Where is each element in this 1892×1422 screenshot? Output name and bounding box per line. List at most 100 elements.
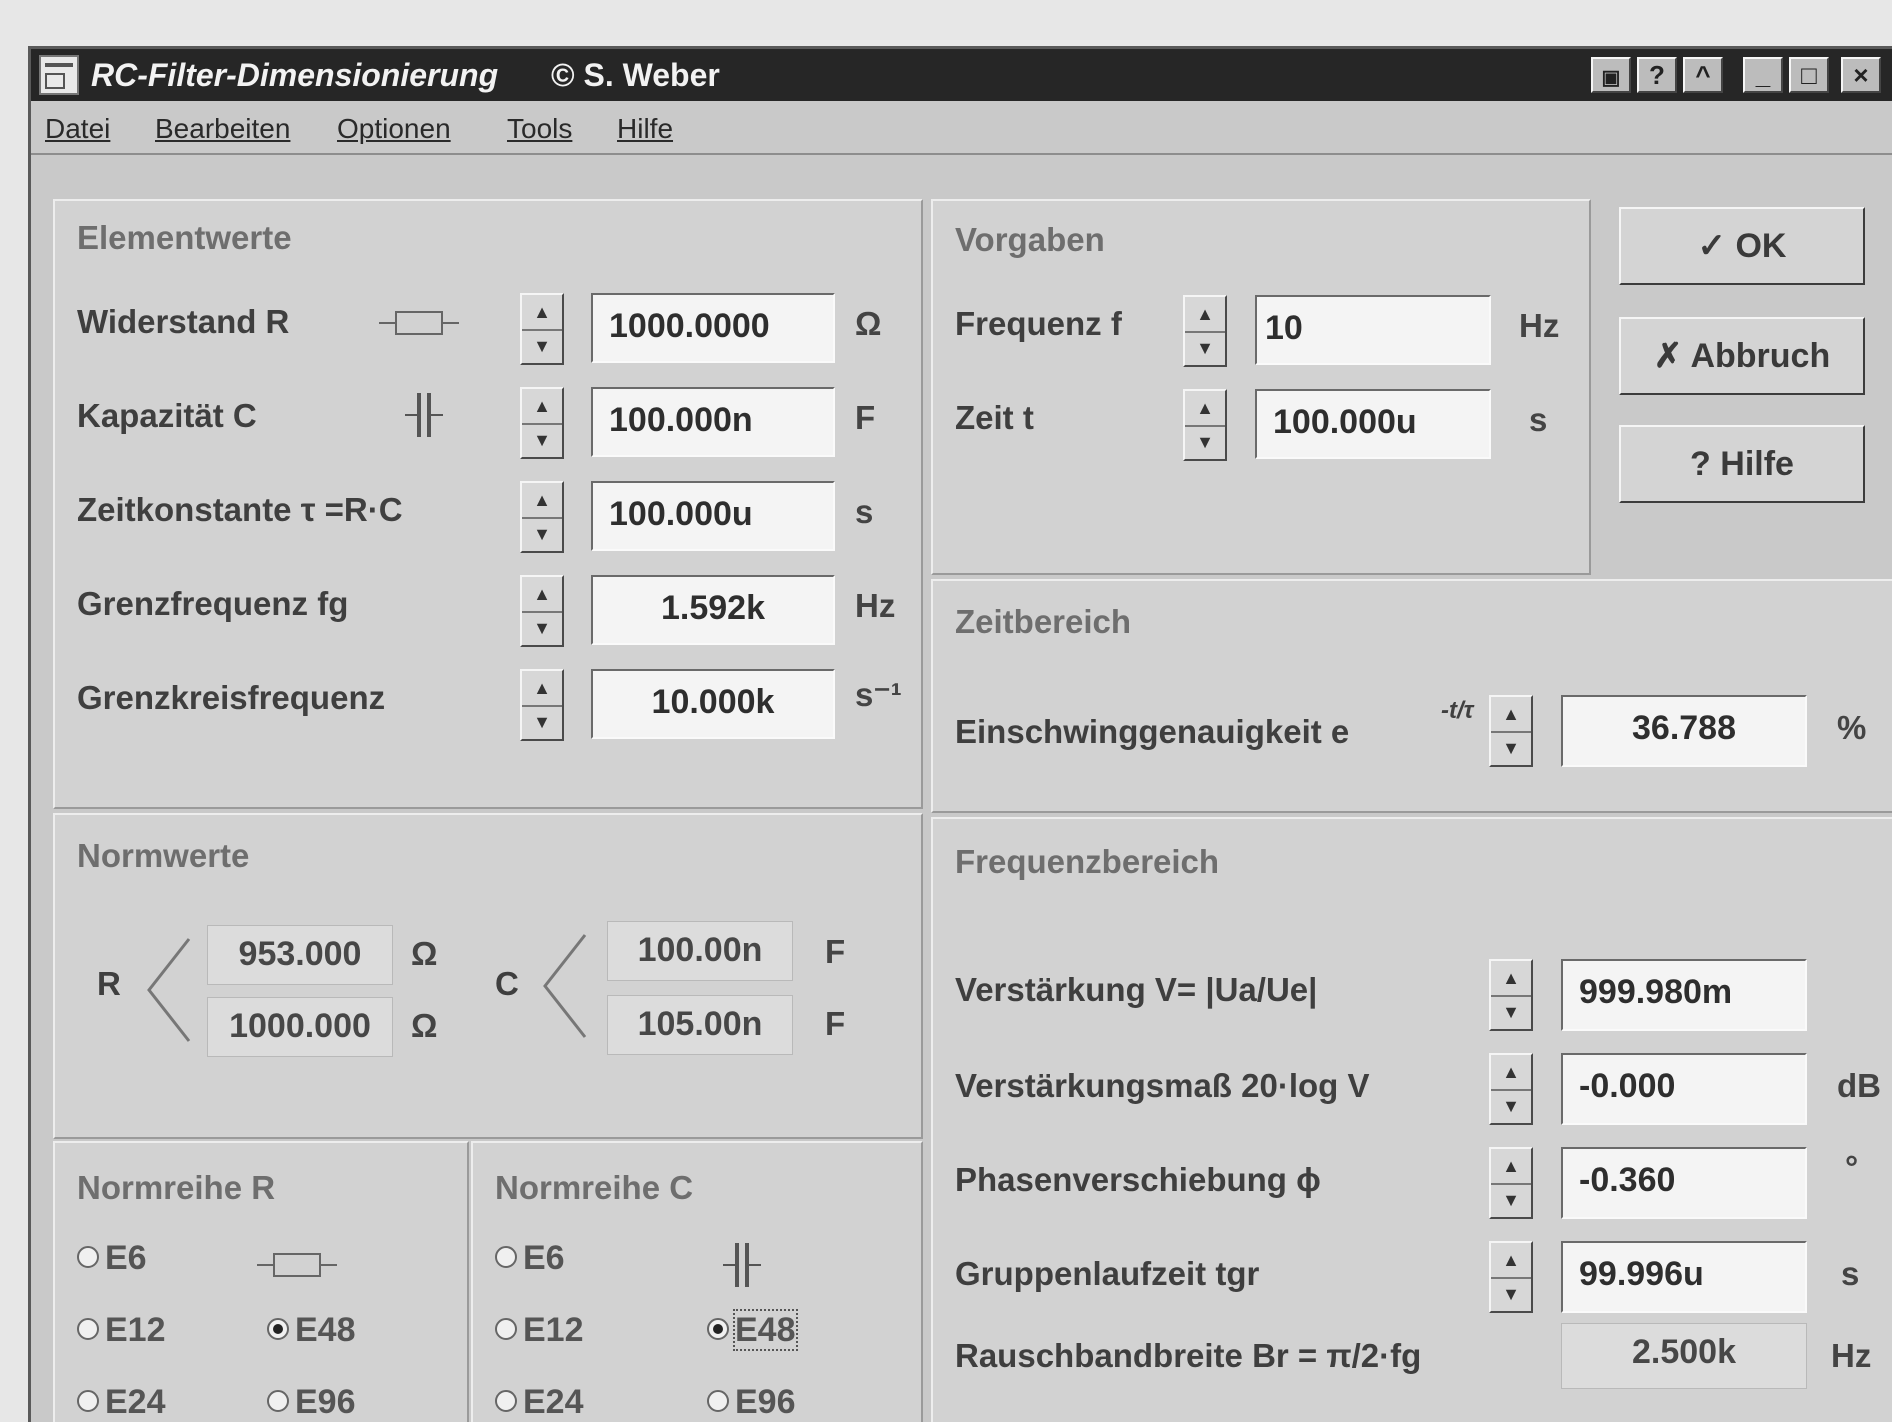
normreihe-r-e24-radio[interactable]: E24: [77, 1383, 166, 1422]
normreihe-r-e96-radio[interactable]: E96: [267, 1383, 356, 1422]
c-normwert-lower-unit: F: [825, 933, 846, 970]
app-icon[interactable]: [39, 55, 79, 95]
spin-down-icon[interactable]: ▼: [522, 611, 562, 645]
menu-tools[interactable]: Tools: [507, 113, 572, 145]
spin-up-icon[interactable]: ▲: [1491, 1149, 1531, 1185]
gruppenlaufzeit-input[interactable]: 99.996u: [1561, 1241, 1807, 1313]
zeitkonstante-input[interactable]: 100.000u: [591, 481, 835, 551]
spin-up-icon[interactable]: ▲: [522, 389, 562, 425]
grenzkreisfrequenz-label: Grenzkreisfrequenz: [77, 679, 386, 716]
menu-hilfe[interactable]: Hilfe: [617, 113, 673, 145]
einschwing-input[interactable]: 36.788: [1561, 695, 1807, 767]
spin-down-icon[interactable]: ▼: [522, 517, 562, 551]
radio-icon[interactable]: [495, 1246, 517, 1269]
kapazitaet-input[interactable]: 100.000n: [591, 387, 835, 457]
kapazitaet-spinner[interactable]: ▲ ▼: [520, 387, 564, 459]
frequenz-spinner[interactable]: ▲ ▼: [1183, 295, 1227, 367]
radio-selected-icon[interactable]: [707, 1318, 729, 1341]
grenzkreisfrequenz-spinner[interactable]: ▲ ▼: [520, 669, 564, 741]
spin-up-icon[interactable]: ▲: [522, 295, 562, 331]
widerstand-unit: Ω: [855, 305, 882, 342]
spin-up-icon[interactable]: ▲: [1491, 961, 1531, 997]
cancel-button[interactable]: ✗ Abbruch: [1619, 317, 1865, 395]
zeit-spinner[interactable]: ▲ ▼: [1183, 389, 1227, 461]
verstaerkung-input[interactable]: 999.980m: [1561, 959, 1807, 1031]
r-normwert-upper: 1000.000: [207, 997, 393, 1057]
verstaerkung-spinner[interactable]: ▲ ▼: [1489, 959, 1533, 1031]
context-help-icon[interactable]: ▣: [1591, 57, 1631, 93]
maximize-button[interactable]: □: [1789, 57, 1829, 93]
zeit-input[interactable]: 100.000u: [1255, 389, 1491, 459]
spin-up-icon[interactable]: ▲: [522, 671, 562, 707]
spin-up-icon[interactable]: ▲: [522, 577, 562, 613]
spin-up-icon[interactable]: ▲: [1185, 297, 1225, 333]
normreihe-c-e48-radio[interactable]: E48: [707, 1309, 798, 1351]
menu-datei[interactable]: Datei: [45, 113, 110, 145]
grenzkreisfrequenz-input[interactable]: 10.000k: [591, 669, 835, 739]
menu-optionen[interactable]: Optionen: [337, 113, 451, 145]
radio-icon[interactable]: [267, 1390, 289, 1413]
widerstand-spinner[interactable]: ▲ ▼: [520, 293, 564, 365]
normreihe-r-e48-radio[interactable]: E48: [267, 1311, 356, 1350]
normreihe-c-e24-radio[interactable]: E24: [495, 1383, 584, 1422]
spin-down-icon[interactable]: ▼: [522, 423, 562, 457]
frequenz-input[interactable]: 10: [1255, 295, 1491, 365]
help-title-button[interactable]: ?: [1637, 57, 1677, 93]
verstaerkungsmass-input[interactable]: -0.000: [1561, 1053, 1807, 1125]
zeitkonstante-spinner[interactable]: ▲ ▼: [520, 481, 564, 553]
r-normwert-upper-unit: Ω: [411, 1007, 438, 1044]
normreihe-r-e12-radio[interactable]: E12: [77, 1311, 166, 1350]
normreihe-r-e6-radio[interactable]: E6: [77, 1239, 147, 1278]
widerstand-label: Widerstand R: [77, 303, 290, 340]
spin-up-icon[interactable]: ▲: [522, 483, 562, 519]
ok-button[interactable]: ✓ OK: [1619, 207, 1865, 285]
gruppenlaufzeit-unit: s: [1841, 1255, 1860, 1292]
grenzfrequenz-spinner[interactable]: ▲ ▼: [520, 575, 564, 647]
capacitor-icon: [723, 1243, 763, 1287]
minimize-button[interactable]: _: [1743, 57, 1783, 93]
einschwing-spinner[interactable]: ▲ ▼: [1489, 695, 1533, 767]
zeitbereich-panel: Zeitbereich Einschwinggenauigkeit e -t/τ…: [931, 579, 1892, 813]
menu-bearbeiten[interactable]: Bearbeiten: [155, 113, 290, 145]
phase-spinner[interactable]: ▲ ▼: [1489, 1147, 1533, 1219]
zeitkonstante-unit: s: [855, 493, 874, 530]
spin-down-icon[interactable]: ▼: [522, 705, 562, 739]
spin-down-icon[interactable]: ▼: [1491, 1277, 1531, 1311]
phase-input[interactable]: -0.360: [1561, 1147, 1807, 1219]
verstaerkungsmass-spinner[interactable]: ▲ ▼: [1489, 1053, 1533, 1125]
grenzfrequenz-input[interactable]: 1.592k: [591, 575, 835, 645]
spin-up-icon[interactable]: ▲: [1491, 1243, 1531, 1279]
spin-down-icon[interactable]: ▼: [1491, 995, 1531, 1029]
radio-icon[interactable]: [707, 1390, 729, 1413]
radio-icon[interactable]: [77, 1318, 99, 1341]
help-button[interactable]: ? Hilfe: [1619, 425, 1865, 503]
radio-selected-icon[interactable]: [267, 1318, 289, 1341]
radio-icon[interactable]: [495, 1318, 517, 1341]
r-bracket-icon: [147, 938, 191, 1042]
spin-down-icon[interactable]: ▼: [522, 329, 562, 363]
widerstand-input[interactable]: 1000.0000: [591, 293, 835, 363]
normreihe-c-e6-radio[interactable]: E6: [495, 1239, 565, 1278]
app-window: RC-Filter-Dimensionierung © S. Weber ▣ ?…: [28, 46, 1892, 1422]
spin-up-icon[interactable]: ▲: [1185, 391, 1225, 427]
einschwing-label: Einschwinggenauigkeit e: [955, 713, 1350, 750]
close-button[interactable]: ×: [1841, 57, 1881, 93]
kapazitaet-label: Kapazität C: [77, 397, 257, 434]
spin-down-icon[interactable]: ▼: [1185, 331, 1225, 365]
title-bar[interactable]: RC-Filter-Dimensionierung © S. Weber ▣ ?…: [31, 49, 1892, 101]
radio-icon[interactable]: [77, 1390, 99, 1413]
spin-down-icon[interactable]: ▼: [1491, 1089, 1531, 1123]
radio-icon[interactable]: [77, 1246, 99, 1269]
gruppenlaufzeit-spinner[interactable]: ▲ ▼: [1489, 1241, 1533, 1313]
spin-up-icon[interactable]: ▲: [1491, 1055, 1531, 1091]
spin-down-icon[interactable]: ▼: [1491, 731, 1531, 765]
spin-down-icon[interactable]: ▼: [1185, 425, 1225, 459]
spin-up-icon[interactable]: ▲: [1491, 697, 1531, 733]
resistor-icon: [379, 311, 459, 335]
spin-down-icon[interactable]: ▼: [1491, 1183, 1531, 1217]
normwerte-panel: Normwerte R 953.000 Ω 1000.000 Ω C 100.0…: [53, 813, 923, 1139]
normreihe-c-e12-radio[interactable]: E12: [495, 1311, 584, 1350]
radio-icon[interactable]: [495, 1390, 517, 1413]
rollup-button[interactable]: ^: [1683, 57, 1723, 93]
normreihe-c-e96-radio[interactable]: E96: [707, 1383, 796, 1422]
